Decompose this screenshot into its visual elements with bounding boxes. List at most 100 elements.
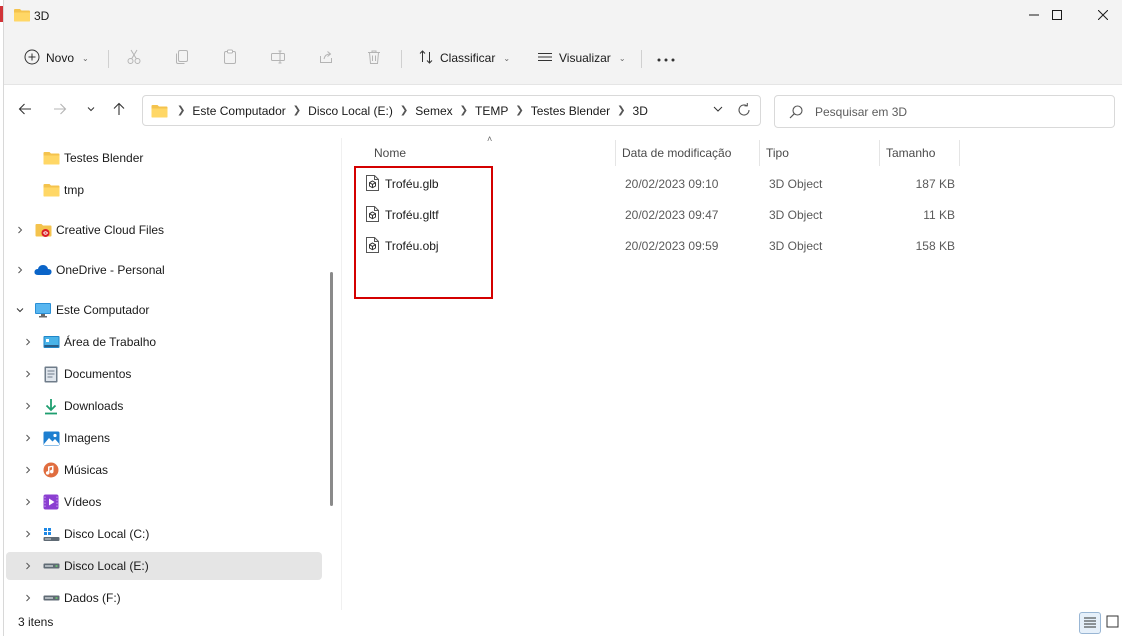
chevron-down-icon: ⌄ [82,53,89,63]
maximize-icon [1052,9,1062,23]
paste-icon [222,49,238,68]
breadcrumb-item[interactable]: Semex [411,104,456,118]
chevron-down-icon[interactable] [12,302,28,318]
separator [108,50,109,68]
sidebar-item[interactable]: OneDrive - Personal [6,256,322,284]
chevron-down-icon [712,104,724,118]
chevron-right-icon[interactable] [20,494,36,510]
column-separator[interactable] [879,140,880,166]
sort-label: Classificar [440,51,496,65]
sidebar-item-label: Vídeos [64,495,102,509]
more-icon [657,51,675,65]
onedrive-cloud-icon [34,262,52,278]
more-options-button[interactable] [654,46,678,70]
music-icon [42,462,60,478]
rename-button[interactable] [266,46,290,70]
sidebar-item[interactable]: Disco Local (C:) [6,520,322,548]
sidebar-item[interactable]: Este Computador [6,296,322,324]
chevron-right-icon[interactable]: ❯ [457,105,471,116]
breadcrumb: ❯ Este Computador ❯ Disco Local (E:) ❯ S… [151,96,652,125]
sidebar-item-label: Testes Blender [64,151,144,165]
documents-icon [42,366,60,382]
sidebar-item[interactable]: Documentos [6,360,322,388]
column-header-size[interactable]: Tamanho [886,140,935,166]
sidebar-item-label: Área de Trabalho [64,335,157,349]
large-icons-view-button[interactable] [1101,612,1122,634]
cut-button[interactable] [122,46,146,70]
file-type: 3D Object [769,177,823,191]
chevron-right-icon[interactable]: ❯ [512,105,526,116]
chevron-right-icon[interactable] [12,222,28,238]
sidebar-item[interactable]: Disco Local (E:) [6,552,322,580]
details-view-button[interactable] [1079,612,1101,634]
chevron-right-icon[interactable] [20,398,36,414]
close-button[interactable] [1080,0,1122,32]
column-header-type[interactable]: Tipo [766,140,789,166]
sidebar-item[interactable]: Testes Blender [6,144,322,172]
sort-button[interactable]: Classificar ⌄ [410,44,518,72]
navigation-scrollbar[interactable] [330,272,333,506]
search-box[interactable] [774,95,1115,128]
column-header-modified[interactable]: Data de modificação [622,140,731,166]
chevron-right-icon[interactable] [20,462,36,478]
column-separator[interactable] [759,140,760,166]
new-label: Novo [46,51,75,65]
column-separator[interactable] [615,140,616,166]
sidebar-item[interactable]: Músicas [6,456,322,484]
view-button[interactable]: Visualizar ⌄ [529,44,634,72]
close-icon [1097,9,1109,23]
sidebar-item[interactable]: Creative Cloud Files [6,216,322,244]
pane-divider[interactable] [341,138,342,610]
share-button[interactable] [314,46,338,70]
breadcrumb-item[interactable]: Este Computador [188,104,289,118]
chevron-right-icon[interactable] [20,558,36,574]
file-modified: 20/02/2023 09:59 [625,239,719,253]
chevron-down-icon: ⌄ [503,53,511,63]
chevron-right-icon[interactable] [20,334,36,350]
folder-icon [14,8,30,25]
search-input[interactable] [813,101,1107,123]
separator [401,50,402,68]
chevron-right-icon[interactable] [20,430,36,446]
up-button[interactable] [107,98,131,122]
breadcrumb-item[interactable]: Disco Local (E:) [304,104,397,118]
refresh-icon [736,103,752,121]
chevron-right-icon[interactable]: ❯ [614,105,628,116]
address-bar[interactable]: ❯ Este Computador ❯ Disco Local (E:) ❯ S… [142,95,761,126]
breadcrumb-item[interactable]: Testes Blender [527,104,614,118]
chevron-right-icon[interactable]: ❯ [397,105,411,116]
title-bar[interactable]: 3D [4,0,1122,32]
address-history-dropdown[interactable] [712,103,724,118]
chevron-right-icon[interactable] [20,526,36,542]
paste-button[interactable] [218,46,242,70]
chevron-right-icon[interactable]: ❯ [290,105,304,116]
breadcrumb-item[interactable]: 3D [629,104,652,118]
sidebar-item[interactable]: Área de Trabalho [6,328,322,356]
copy-button[interactable] [170,46,194,70]
chevron-right-icon[interactable] [20,366,36,382]
refresh-button[interactable] [736,102,752,121]
chevron-right-icon[interactable] [12,262,28,278]
large-icons-view-icon [1106,615,1119,631]
sidebar-item[interactable]: Imagens [6,424,322,452]
sidebar-item-label: Creative Cloud Files [56,223,165,237]
forward-button[interactable] [48,98,72,122]
sort-ascending-icon: ˄ [487,134,493,144]
column-header-name[interactable]: Nome [374,140,406,166]
delete-button[interactable] [362,46,386,70]
column-separator[interactable] [959,140,960,166]
system-drive-icon [42,526,60,542]
sidebar-item[interactable]: Vídeos [6,488,322,516]
sidebar-item[interactable]: Downloads [6,392,322,420]
videos-icon [42,494,60,510]
breadcrumb-item[interactable]: TEMP [471,104,512,118]
sidebar-item-label: Este Computador [56,303,150,317]
copy-icon [174,49,190,68]
sidebar-item[interactable]: tmp [6,176,322,204]
chevron-right-icon[interactable] [20,590,36,606]
back-button[interactable] [13,98,37,122]
maximize-button[interactable] [1034,0,1080,32]
recent-locations-button[interactable] [79,98,103,122]
sidebar-item[interactable]: Dados (F:) [6,584,322,610]
new-button[interactable]: Novo ⌄ [16,44,97,72]
